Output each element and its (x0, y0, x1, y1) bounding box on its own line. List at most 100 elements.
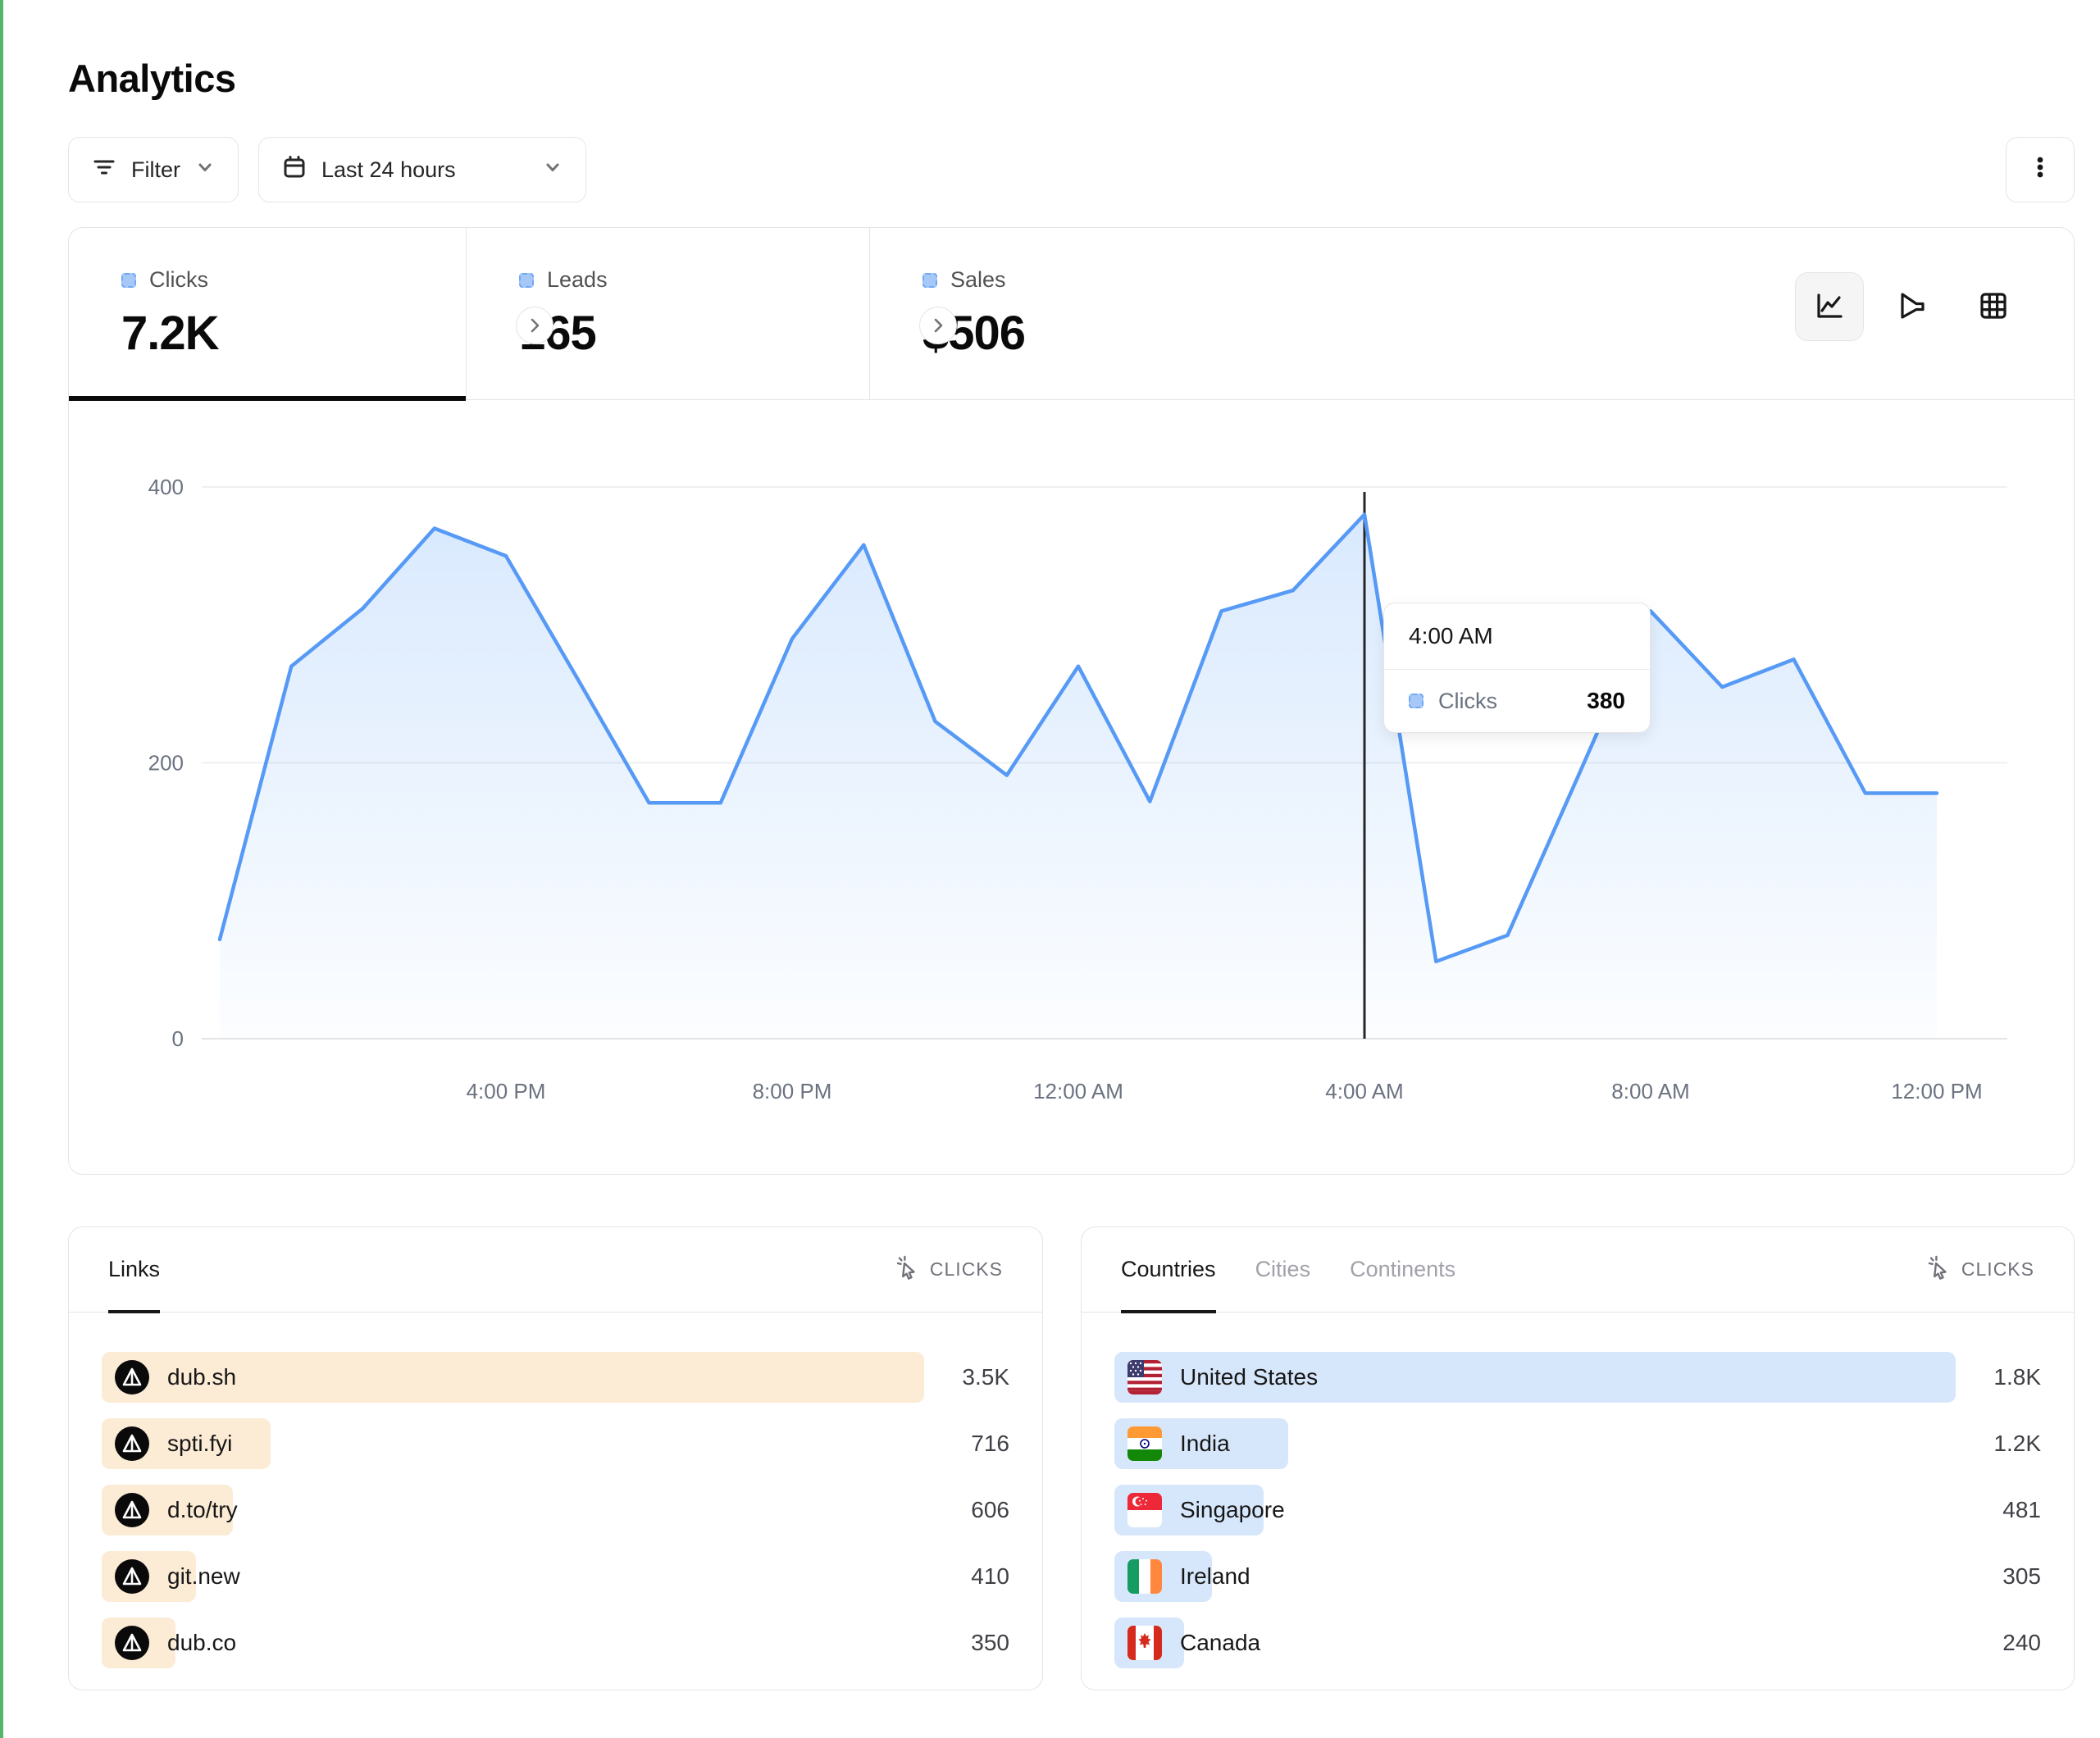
country-row[interactable]: India 1.2K (1114, 1418, 2041, 1469)
filter-button[interactable]: Filter (68, 137, 239, 202)
us-flag-icon (1127, 1360, 1162, 1394)
line-chart-icon (1811, 288, 1847, 326)
link-row[interactable]: dub.sh 3.5K (102, 1352, 1009, 1403)
link-row[interactable]: d.to/try606 (102, 1485, 1009, 1536)
countries-list: United States 1.8K India 1.2K Singapore 481 Ir… (1082, 1313, 2074, 1668)
analytics-card: Clicks 7.2K Leads 165 Sales $506 (68, 227, 2075, 1175)
row-label: d.to/try (167, 1497, 238, 1523)
row-value: 1.8K (1956, 1364, 2041, 1390)
row-value: 240 (1956, 1630, 2041, 1656)
row-label: India (1180, 1431, 1230, 1457)
y-axis-tick: 0 (172, 1026, 184, 1051)
row-label: spti.fyi (167, 1431, 232, 1457)
row-label: dub.sh (167, 1364, 236, 1390)
row-value: 410 (924, 1563, 1009, 1590)
funnel-chart-view-button[interactable] (1877, 272, 1946, 341)
cursor-click-icon (894, 1254, 920, 1285)
country-row[interactable]: Canada 240 (1114, 1617, 2041, 1668)
row-value: 350 (924, 1630, 1009, 1656)
chart-view-toggle (1795, 272, 2028, 341)
kebab-menu-icon (2025, 152, 2055, 188)
left-edge-accent (0, 0, 3, 1738)
x-axis-tick: 8:00 PM (753, 1079, 832, 1103)
x-axis-tick: 4:00 AM (1325, 1079, 1403, 1103)
stats-tabs-row: Clicks 7.2K Leads 165 Sales $506 (69, 228, 2074, 400)
row-label: dub.co (167, 1630, 236, 1656)
row-value: 481 (1956, 1497, 2041, 1523)
country-row[interactable]: United States 1.8K (1114, 1352, 2041, 1403)
y-axis-tick: 200 (148, 751, 184, 776)
row-label: United States (1180, 1364, 1318, 1390)
chevron-down-icon (541, 156, 564, 184)
calendar-icon (280, 153, 308, 187)
area-fill (220, 515, 1937, 1039)
table-grid-icon (1975, 288, 2011, 326)
chevron-down-icon (194, 156, 216, 184)
stat-label: Clicks (149, 267, 208, 293)
geo-tabs: Countries Cities Continents (1121, 1227, 1455, 1312)
x-axis-tick: 8:00 AM (1611, 1079, 1689, 1103)
link-row[interactable]: spti.fyi 716 (102, 1418, 1009, 1469)
dub-logo-icon (115, 1493, 149, 1527)
area-chart-canvas[interactable]: 0 200 400 4:00 PM 8:00 PM 12:00 AM 4:00 AM 8:00… (69, 400, 2074, 1174)
dub-logo-icon (115, 1626, 149, 1660)
countries-metric-label: CLICKS (1925, 1254, 2034, 1285)
dub-logo-icon (115, 1559, 149, 1594)
stat-value: 7.2K (121, 306, 466, 361)
x-axis-tick: 12:00 PM (1891, 1079, 1982, 1103)
y-axis-tick: 400 (148, 475, 184, 499)
chevron-right-button[interactable] (919, 307, 957, 344)
tooltip-series-label: Clicks (1438, 689, 1497, 714)
stat-value: 165 (519, 306, 869, 361)
links-panel: Links CLICKS dub.sh 3.5K spti.fyi 716 d.to/t… (68, 1226, 1043, 1690)
stat-label: Sales (950, 267, 1006, 293)
sales-legend-swatch (922, 273, 937, 288)
filter-icon (90, 153, 118, 187)
page-title: Analytics (68, 56, 2075, 101)
table-view-button[interactable] (1959, 272, 2028, 341)
row-label: Canada (1180, 1630, 1260, 1656)
tab-links[interactable]: Links (108, 1227, 160, 1312)
row-value: 3.5K (924, 1364, 1009, 1390)
link-row[interactable]: dub.co 350 (102, 1617, 1009, 1668)
tooltip-value: 380 (1587, 688, 1625, 714)
row-value: 716 (924, 1431, 1009, 1457)
tab-countries[interactable]: Countries (1121, 1227, 1216, 1312)
chart-tooltip: 4:00 AM Clicks 380 (1383, 603, 1651, 733)
x-axis-tick: 12:00 AM (1033, 1079, 1123, 1103)
funnel-chart-icon (1893, 288, 1929, 326)
chevron-right-button[interactable] (516, 307, 553, 344)
row-label: Singapore (1180, 1497, 1285, 1523)
dub-logo-icon (115, 1426, 149, 1461)
leads-legend-swatch (519, 273, 534, 288)
tooltip-time: 4:00 AM (1384, 603, 1650, 670)
row-label: git.new (167, 1563, 240, 1590)
clicks-legend-swatch (121, 273, 136, 288)
ie-flag-icon (1127, 1559, 1162, 1594)
links-list: dub.sh 3.5K spti.fyi 716 d.to/try606 git.new 4… (69, 1313, 1042, 1668)
in-flag-icon (1127, 1426, 1162, 1461)
row-value: 1.2K (1956, 1431, 2041, 1457)
tab-clicks[interactable]: Clicks 7.2K (69, 228, 467, 399)
country-row[interactable]: Ireland305 (1114, 1551, 2041, 1602)
tooltip-legend-swatch (1409, 694, 1424, 708)
links-metric-label: CLICKS (894, 1254, 1003, 1285)
cursor-click-icon (1925, 1254, 1952, 1285)
toolbar: Filter Last 24 hours (68, 137, 2075, 202)
filter-button-label: Filter (131, 157, 180, 183)
countries-panel: Countries Cities Continents CLICKS United … (1081, 1226, 2075, 1690)
tab-cities[interactable]: Cities (1255, 1227, 1311, 1312)
ca-flag-icon (1127, 1626, 1162, 1660)
line-chart-view-button[interactable] (1795, 272, 1864, 341)
dub-logo-icon (115, 1360, 149, 1394)
more-options-button[interactable] (2006, 137, 2075, 202)
date-range-label: Last 24 hours (321, 157, 456, 183)
stat-label: Leads (547, 267, 608, 293)
row-label: Ireland (1180, 1563, 1250, 1590)
x-axis-tick: 4:00 PM (467, 1079, 546, 1103)
tab-continents[interactable]: Continents (1350, 1227, 1455, 1312)
link-row[interactable]: git.new 410 (102, 1551, 1009, 1602)
country-row[interactable]: Singapore 481 (1114, 1485, 2041, 1536)
date-range-button[interactable]: Last 24 hours (258, 137, 586, 202)
clicks-time-series-chart[interactable]: 0 200 400 4:00 PM 8:00 PM 12:00 AM 4:00 AM 8:00… (69, 400, 2074, 1174)
